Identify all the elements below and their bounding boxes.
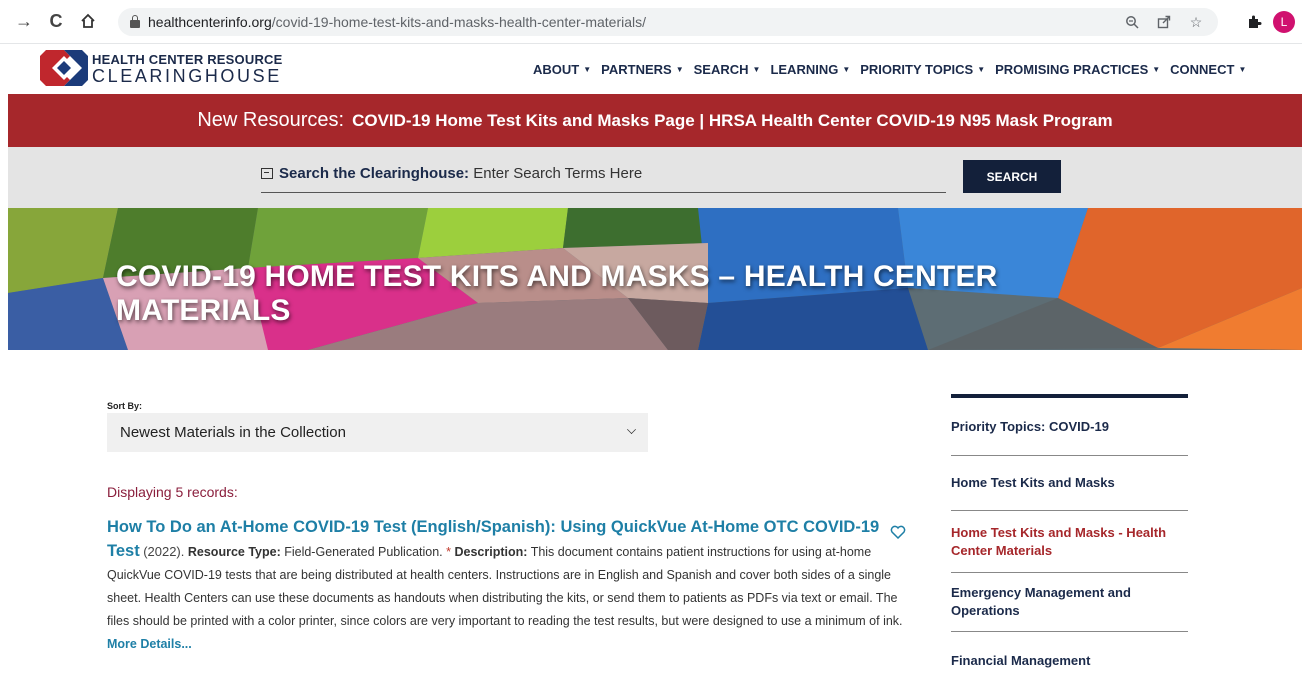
- reload-icon[interactable]: C: [44, 9, 68, 33]
- back-icon[interactable]: →: [12, 9, 36, 33]
- page-title: COVID-19 HOME TEST KITS AND MASKS – HEAL…: [116, 260, 998, 327]
- search-label: Search the Clearinghouse:: [279, 165, 470, 182]
- caret-down-icon: ▼: [752, 65, 761, 74]
- nav-connect[interactable]: CONNECT ▼: [1170, 62, 1246, 77]
- home-icon[interactable]: [76, 9, 100, 33]
- caret-down-icon: ▼: [583, 65, 592, 74]
- result-item: How To Do an At-Home COVID-19 Test (Engl…: [107, 516, 907, 656]
- sidebar-item-emergency-management[interactable]: Emergency Management and Operations: [951, 573, 1188, 632]
- clearinghouse-logo-icon[interactable]: [40, 50, 88, 86]
- description-label: Description:: [454, 545, 528, 559]
- zoom-icon[interactable]: [1122, 12, 1142, 32]
- resource-type-label: Resource Type:: [187, 545, 281, 559]
- chevron-down-icon: [627, 425, 636, 434]
- sort-selected-value: Newest Materials in the Collection: [120, 424, 346, 441]
- nav-search[interactable]: SEARCH ▼: [694, 62, 761, 77]
- sidebar-item-home-test-kits[interactable]: Home Test Kits and Masks: [951, 456, 1188, 511]
- banner-lead: New Resources:: [197, 109, 345, 131]
- share-icon[interactable]: [1154, 12, 1174, 32]
- nav-partners[interactable]: PARTNERS ▼: [601, 62, 683, 77]
- caret-down-icon: ▼: [1238, 65, 1247, 74]
- asterisk-mark: *: [446, 545, 452, 559]
- search-input[interactable]: Search the Clearinghouse: Enter Search T…: [261, 165, 946, 193]
- banner-links[interactable]: COVID-19 Home Test Kits and Masks Page |…: [352, 111, 1113, 131]
- sidebar-item-financial-management[interactable]: Financial Management: [951, 632, 1188, 690]
- favorite-heart-icon[interactable]: [890, 525, 906, 540]
- star-icon[interactable]: ☆: [1186, 12, 1206, 32]
- nav-about[interactable]: ABOUT ▼: [533, 62, 591, 77]
- nav-promising-practices[interactable]: PROMISING PRACTICES ▼: [995, 62, 1160, 77]
- sort-label: Sort By:: [107, 401, 143, 411]
- more-details-link[interactable]: More Details...: [107, 637, 192, 651]
- caret-down-icon: ▼: [842, 65, 851, 74]
- url-text[interactable]: healthcenterinfo.org/covid-19-home-test-…: [148, 14, 646, 30]
- announcement-banner: New Resources: COVID-19 Home Test Kits a…: [8, 94, 1302, 147]
- sort-select[interactable]: Newest Materials in the Collection: [107, 413, 648, 452]
- site-logo-text[interactable]: HEALTH CENTER RESOURCE CLEARINGHOUSE: [92, 52, 283, 87]
- search-placeholder: Enter Search Terms Here: [473, 165, 643, 182]
- sidebar-item-priority-topics[interactable]: Priority Topics: COVID-19: [951, 398, 1188, 456]
- records-count: Displaying 5 records:: [107, 484, 238, 500]
- hero-banner: COVID-19 HOME TEST KITS AND MASKS – HEAL…: [8, 208, 1302, 350]
- main-nav: ABOUT ▼ PARTNERS ▼ SEARCH ▼ LEARNING ▼ PRIOR…: [533, 62, 1256, 77]
- topics-sidebar: Priority Topics: COVID-19 Home Test Kits…: [951, 394, 1188, 690]
- site-header: HEALTH CENTER RESOURCE CLEARINGHOUSE ABO…: [0, 44, 1302, 94]
- sidebar-item-health-center-materials[interactable]: Home Test Kits and Masks - Health Center…: [951, 511, 1188, 573]
- logo-line-2: CLEARINGHOUSE: [92, 66, 282, 86]
- extensions-icon[interactable]: [1243, 11, 1265, 33]
- search-button[interactable]: SEARCH: [963, 160, 1061, 193]
- caret-down-icon: ▼: [977, 65, 986, 74]
- logo-line-1: HEALTH CENTER RESOURCE: [92, 52, 283, 67]
- address-bar[interactable]: healthcenterinfo.org/covid-19-home-test-…: [118, 8, 1218, 36]
- caret-down-icon: ▼: [675, 65, 684, 74]
- resource-type-value: Field-Generated Publication.: [284, 545, 443, 559]
- search-band: Search the Clearinghouse: Enter Search T…: [8, 147, 1302, 208]
- nav-learning[interactable]: LEARNING ▼: [770, 62, 850, 77]
- document-icon: [261, 168, 273, 179]
- result-year: (2022).: [143, 544, 185, 559]
- caret-down-icon: ▼: [1152, 65, 1161, 74]
- profile-avatar[interactable]: L: [1273, 11, 1295, 33]
- browser-toolbar: → C healthcenterinfo.org/covid-19-home-t…: [0, 0, 1302, 44]
- nav-priority-topics[interactable]: PRIORITY TOPICS ▼: [860, 62, 985, 77]
- lock-icon: [130, 15, 140, 28]
